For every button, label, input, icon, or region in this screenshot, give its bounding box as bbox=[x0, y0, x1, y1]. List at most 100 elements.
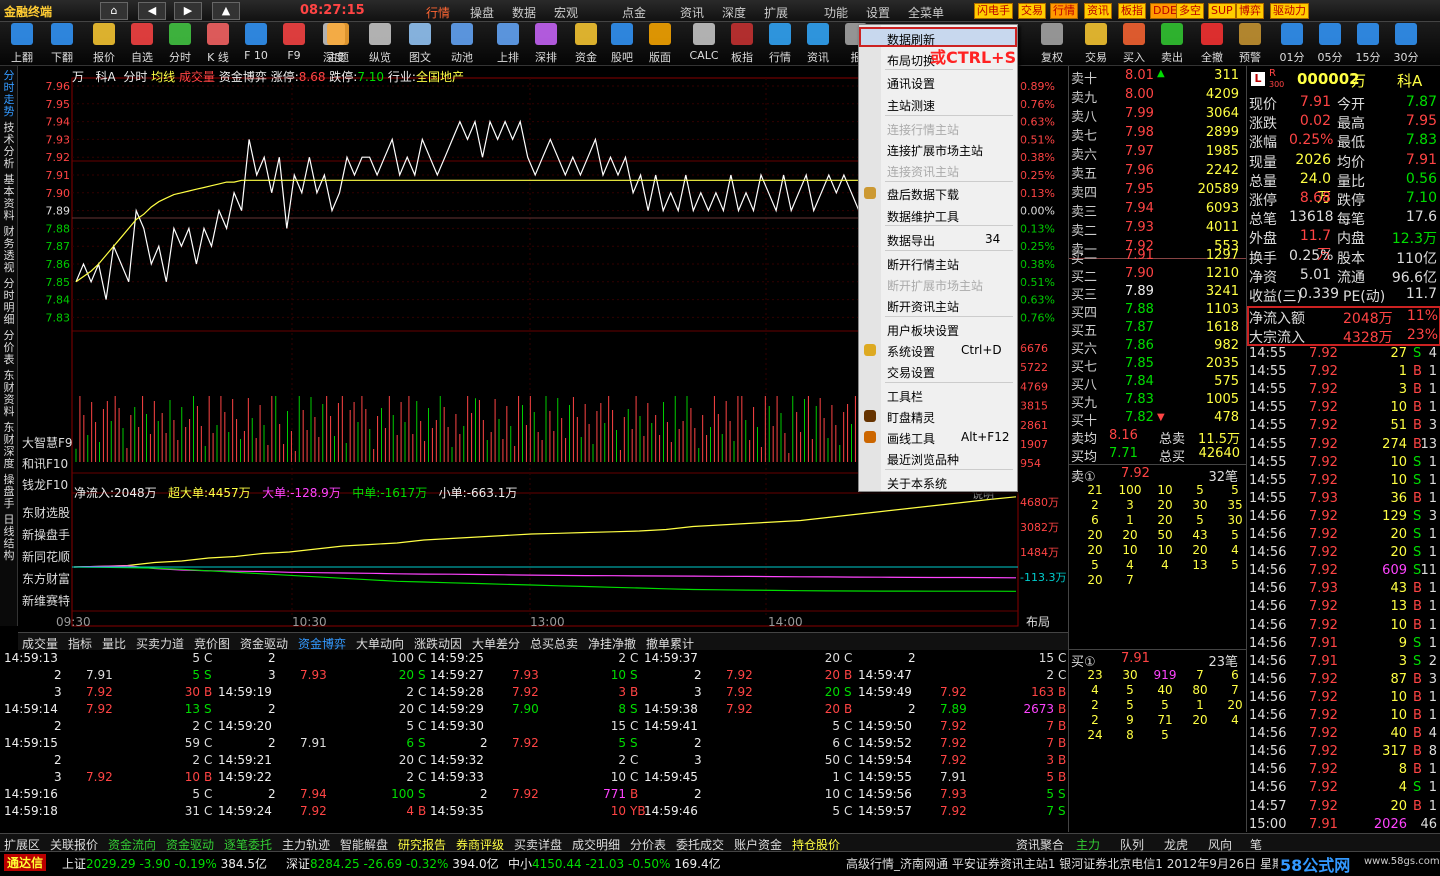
toolbar-21[interactable]: 资讯 bbox=[800, 23, 836, 65]
industry-value[interactable]: 全国地产 bbox=[416, 70, 464, 84]
menu-item-6[interactable]: 连接资讯主站 bbox=[887, 163, 959, 180]
menu-item-12[interactable]: 断开资讯主站 bbox=[887, 298, 959, 315]
menu-item-17[interactable]: 盯盘精灵 bbox=[887, 409, 935, 426]
toolbar-6[interactable]: F 10 bbox=[238, 23, 274, 65]
toolbar-17[interactable]: 版面 bbox=[642, 23, 678, 65]
menu-item-9[interactable]: 数据导出 34 bbox=[887, 232, 1000, 249]
left-tab-7[interactable]: 东财深度 bbox=[2, 422, 16, 470]
toolbar-27[interactable]: 全撤 bbox=[1194, 23, 1230, 65]
forward-button[interactable]: ▶ bbox=[174, 2, 202, 20]
top-badge-6[interactable]: 多空 bbox=[1176, 3, 1204, 19]
sub-tab-9[interactable]: 大单差分 bbox=[472, 635, 520, 652]
toolbar-16[interactable]: 股吧 bbox=[604, 23, 640, 65]
menu-item-10[interactable]: 断开行情主站 bbox=[887, 256, 959, 273]
top-menu-5[interactable]: 资讯 bbox=[680, 4, 704, 21]
toolbar-9[interactable]: 主题 bbox=[320, 23, 356, 65]
side-label-2[interactable]: 钱龙F10 bbox=[22, 476, 68, 493]
toolbar-2[interactable]: 报价 bbox=[86, 23, 122, 65]
ask-row-8[interactable]: 卖二 7.93 4011 bbox=[1069, 220, 1247, 239]
sub-tab-4[interactable]: 竞价图 bbox=[194, 635, 230, 652]
toolbar-7[interactable]: F9 bbox=[276, 23, 312, 65]
toolbar-4[interactable]: 分时 bbox=[162, 23, 198, 65]
toolbar-24[interactable]: 交易 bbox=[1078, 23, 1114, 65]
bid-row-8[interactable]: 买九 7.83 1005 bbox=[1069, 392, 1247, 411]
left-tab-8[interactable]: 操盘手 bbox=[2, 474, 16, 510]
fund-game-label[interactable]: 资金博弈 bbox=[219, 70, 267, 84]
toolbar-5[interactable]: K 线 bbox=[200, 23, 236, 65]
toolbar-13[interactable]: 上排 bbox=[490, 23, 526, 65]
toolbar-15[interactable]: 资金 bbox=[568, 23, 604, 65]
ask-row-2[interactable]: 卖八 7.99 3064 bbox=[1069, 106, 1247, 125]
sub-tab-1[interactable]: 指标 bbox=[68, 635, 92, 652]
top-badge-0[interactable]: 闪电手 bbox=[974, 3, 1013, 19]
toolbar-29[interactable]: 01分 bbox=[1274, 23, 1310, 65]
toolbar-3[interactable]: 自选 bbox=[124, 23, 160, 65]
top-badge-7[interactable]: SUP bbox=[1208, 3, 1236, 19]
index-zx[interactable]: 中小4150.44 -21.03 -0.50% 169.4亿 bbox=[508, 855, 721, 872]
toolbar-19[interactable]: 板指 bbox=[724, 23, 760, 65]
left-tab-2[interactable]: 基本资料 bbox=[2, 174, 16, 222]
sub-tab-8[interactable]: 涨跌动因 bbox=[414, 635, 462, 652]
side-link-0[interactable]: 东财选股 bbox=[22, 504, 70, 521]
top-badge-9[interactable]: 驱动力 bbox=[1270, 3, 1309, 19]
side-link-2[interactable]: 新同花顺 bbox=[22, 548, 70, 565]
bid-row-1[interactable]: 买二 7.90 1210 bbox=[1069, 266, 1247, 285]
toolbar-10[interactable]: 纵览 bbox=[362, 23, 398, 65]
toolbar-28[interactable]: 预警 bbox=[1232, 23, 1268, 65]
top-badge-8[interactable]: 博弈 bbox=[1236, 3, 1264, 19]
top-badge-3[interactable]: 资讯 bbox=[1084, 3, 1112, 19]
toolbar-30[interactable]: 05分 bbox=[1312, 23, 1348, 65]
menu-item-19[interactable]: 最近浏览品种 bbox=[887, 451, 959, 468]
left-tab-9[interactable]: 日线结构 bbox=[2, 514, 16, 562]
toolbar-11[interactable]: 图文 bbox=[402, 23, 438, 65]
sub-tab-2[interactable]: 量比 bbox=[102, 635, 126, 652]
sub-tab-12[interactable]: 撤单累计 bbox=[646, 635, 694, 652]
toolbar-0[interactable]: 上翻 bbox=[4, 23, 40, 65]
toolbar-18[interactable]: CALC bbox=[686, 23, 722, 65]
sub-tab-6[interactable]: 资金博弈 bbox=[298, 635, 346, 652]
top-badge-2[interactable]: 行情 bbox=[1050, 3, 1078, 19]
sub-tab-0[interactable]: 成交量 bbox=[22, 635, 58, 652]
toolbar-26[interactable]: 卖出 bbox=[1154, 23, 1190, 65]
top-menu-6[interactable]: 深度 bbox=[722, 4, 746, 21]
menu-item-0[interactable]: 数据刷新 bbox=[887, 31, 935, 48]
menu-item-18[interactable]: 画线工具 Alt+F12 bbox=[887, 430, 1009, 447]
left-tab-6[interactable]: 东财资料 bbox=[2, 370, 16, 418]
toolbar-20[interactable]: 行情 bbox=[762, 23, 798, 65]
top-menu-10[interactable]: 全菜单 bbox=[908, 4, 944, 21]
ask-row-4[interactable]: 卖六 7.97 1985 bbox=[1069, 144, 1247, 163]
top-menu-1[interactable]: 操盘 bbox=[470, 4, 494, 21]
top-menu-7[interactable]: 扩展 bbox=[764, 4, 788, 21]
menu-item-4[interactable]: 连接行情主站 bbox=[887, 121, 959, 138]
bid-row-3[interactable]: 买四 7.88 1103 bbox=[1069, 302, 1247, 321]
sub-tab-11[interactable]: 净挂净撤 bbox=[588, 635, 636, 652]
left-tab-1[interactable]: 技术分析 bbox=[2, 122, 16, 170]
toolbar-1[interactable]: 下翻 bbox=[44, 23, 80, 65]
left-tab-3[interactable]: 财务透视 bbox=[2, 226, 16, 274]
menu-item-3[interactable]: 主站测速 bbox=[887, 97, 935, 114]
layout-label[interactable]: 布局 bbox=[1026, 615, 1050, 629]
bid-row-0[interactable]: 买一 7.91 1297 bbox=[1069, 248, 1247, 267]
mode-label[interactable]: 分时 bbox=[123, 70, 147, 84]
toolbar-32[interactable]: 30分 bbox=[1388, 23, 1424, 65]
bid-row-7[interactable]: 买八 7.84 575 bbox=[1069, 374, 1247, 393]
sub-tab-7[interactable]: 大单动向 bbox=[356, 635, 404, 652]
ask-row-6[interactable]: 卖四 7.95 20589 bbox=[1069, 182, 1247, 201]
top-menu-3[interactable]: 宏观 bbox=[554, 4, 578, 21]
back-button[interactable]: ◀ bbox=[138, 2, 166, 20]
bid-row-5[interactable]: 买六 7.86 982 bbox=[1069, 338, 1247, 357]
left-tab-4[interactable]: 分时明细 bbox=[2, 278, 16, 326]
side-label-0[interactable]: 大智慧F9 bbox=[22, 434, 73, 451]
toolbar-14[interactable]: 深排 bbox=[528, 23, 564, 65]
index-sz[interactable]: 深证8284.25 -26.69 -0.32% 394.0亿 bbox=[286, 855, 499, 872]
toolbar-25[interactable]: 买入 bbox=[1116, 23, 1152, 65]
up-button[interactable]: ▲ bbox=[212, 2, 240, 20]
menu-item-8[interactable]: 数据维护工具 bbox=[887, 208, 959, 225]
ask-row-3[interactable]: 卖七 7.98 2899 bbox=[1069, 125, 1247, 144]
menu-item-13[interactable]: 用户板块设置 bbox=[887, 322, 959, 339]
side-link-1[interactable]: 新操盘手 bbox=[22, 526, 70, 543]
menu-item-14[interactable]: 系统设置 Ctrl+D bbox=[887, 343, 1002, 360]
left-tab-5[interactable]: 分价表 bbox=[2, 330, 16, 366]
top-menu-2[interactable]: 数据 bbox=[512, 4, 536, 21]
menu-item-20[interactable]: 关于本系统 bbox=[887, 475, 947, 492]
